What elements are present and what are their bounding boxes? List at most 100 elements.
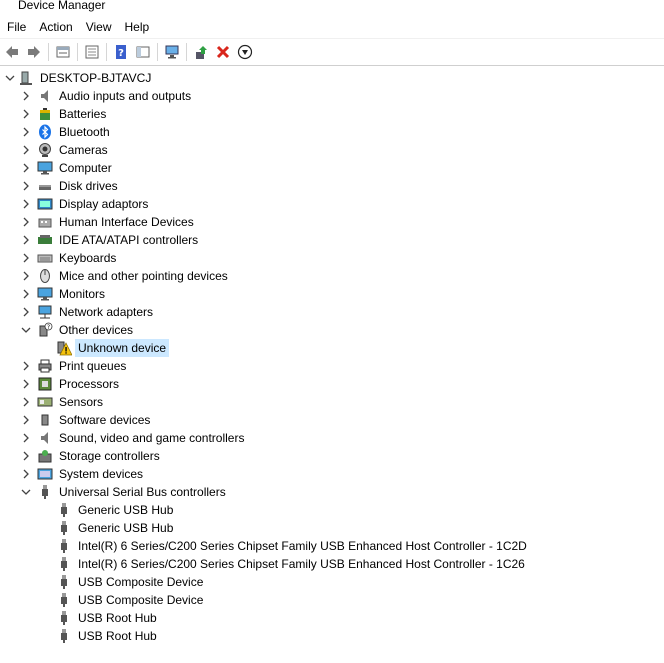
chevron-right-icon[interactable] <box>21 357 31 375</box>
uninstall-device-button[interactable] <box>212 41 234 63</box>
tree-node[interactable]: Intel(R) 6 Series/C200 Series Chipset Fa… <box>0 537 664 555</box>
tree-node[interactable]: ? Other devices <box>0 321 664 339</box>
disable-device-button[interactable] <box>234 41 256 63</box>
chevron-right-icon[interactable] <box>21 303 31 321</box>
tree-node[interactable]: Processors <box>0 375 664 393</box>
tree-node-label: System devices <box>59 467 144 481</box>
menu-help[interactable]: Help <box>119 16 156 38</box>
chevron-right-icon[interactable] <box>21 249 31 267</box>
chevron-right-icon[interactable] <box>21 123 31 141</box>
chevron-down-icon[interactable] <box>21 321 31 339</box>
tree-node[interactable]: USB Root Hub <box>0 627 664 645</box>
chevron-right-icon[interactable] <box>21 393 31 411</box>
chevron-right-icon[interactable] <box>21 177 31 195</box>
tree-node[interactable]: Monitors <box>0 285 664 303</box>
tree-node-label: Other devices <box>59 323 134 337</box>
tree-node[interactable]: Disk drives <box>0 177 664 195</box>
camera-icon <box>37 142 53 158</box>
tree-node[interactable]: Network adapters <box>0 303 664 321</box>
console-tree-button[interactable] <box>81 41 103 63</box>
chevron-right-icon[interactable] <box>21 429 31 447</box>
chevron-right-icon[interactable] <box>21 285 31 303</box>
chevron-right-icon[interactable] <box>21 411 31 429</box>
chevron-down-icon[interactable] <box>21 483 31 501</box>
chevron-right-icon[interactable] <box>21 87 31 105</box>
battery-icon <box>37 106 53 122</box>
tree-node[interactable]: Keyboards <box>0 249 664 267</box>
chevron-right-icon[interactable] <box>21 195 31 213</box>
tree-node[interactable]: IDE ATA/ATAPI controllers <box>0 231 664 249</box>
forward-arrow-button[interactable] <box>23 41 45 63</box>
tree-node[interactable]: Unknown device <box>0 339 664 357</box>
tree-node-label: Mice and other pointing devices <box>59 269 228 283</box>
tree-node[interactable]: Generic USB Hub <box>0 501 664 519</box>
back-arrow-button[interactable] <box>1 41 23 63</box>
tree-node[interactable]: Mice and other pointing devices <box>0 267 664 285</box>
window-title: Device Manager <box>18 0 106 12</box>
tree-node-label: Storage controllers <box>59 449 160 463</box>
tree-node[interactable]: Universal Serial Bus controllers <box>0 483 664 501</box>
network-adapter-icon <box>37 304 53 320</box>
tree-node-label: Unknown device <box>75 339 170 357</box>
sound-icon <box>37 430 53 446</box>
tree-node-label: Generic USB Hub <box>78 503 174 517</box>
disable-device-icon <box>237 44 253 60</box>
chevron-right-icon[interactable] <box>21 231 31 249</box>
tree-node[interactable]: Software devices <box>0 411 664 429</box>
tree-node-label: Intel(R) 6 Series/C200 Series Chipset Fa… <box>78 557 525 571</box>
tree-node[interactable]: Bluetooth <box>0 123 664 141</box>
tree-node-label: Cameras <box>59 143 108 157</box>
computer-icon <box>37 160 53 176</box>
tree-node-label: USB Root Hub <box>78 629 157 643</box>
tree-node[interactable]: Computer <box>0 159 664 177</box>
update-driver-button[interactable] <box>190 41 212 63</box>
chevron-down-icon[interactable] <box>5 69 15 87</box>
tree-node[interactable]: USB Root Hub <box>0 609 664 627</box>
chevron-right-icon[interactable] <box>21 213 31 231</box>
chevron-right-icon[interactable] <box>21 105 31 123</box>
scope-pane-button[interactable] <box>132 41 154 63</box>
forward-arrow-icon <box>26 44 42 60</box>
tree-node[interactable]: Display adaptors <box>0 195 664 213</box>
menu-file[interactable]: File <box>1 16 32 38</box>
chevron-right-icon[interactable] <box>21 267 31 285</box>
tree-node[interactable]: Batteries <box>0 105 664 123</box>
toolbar-separator <box>157 43 158 61</box>
tree-node[interactable]: Human Interface Devices <box>0 213 664 231</box>
processor-icon <box>37 376 53 392</box>
chevron-right-icon[interactable] <box>21 375 31 393</box>
tree-node[interactable]: Intel(R) 6 Series/C200 Series Chipset Fa… <box>0 555 664 573</box>
system-devices-icon <box>37 466 53 482</box>
usb-icon <box>56 628 72 644</box>
toolbar-separator <box>186 43 187 61</box>
scan-hardware-icon <box>164 44 180 60</box>
tree-node[interactable]: DESKTOP-BJTAVCJ <box>0 69 664 87</box>
tree-node[interactable]: USB Composite Device <box>0 573 664 591</box>
tree-node[interactable]: Audio inputs and outputs <box>0 87 664 105</box>
scan-hardware-button[interactable] <box>161 41 183 63</box>
chevron-right-icon[interactable] <box>21 447 31 465</box>
menu-action[interactable]: Action <box>33 16 78 38</box>
tree-node[interactable]: Storage controllers <box>0 447 664 465</box>
monitor-icon <box>37 286 53 302</box>
tree-node[interactable]: Print queues <box>0 357 664 375</box>
title-bar: Device Manager <box>0 0 664 16</box>
tree-node[interactable]: System devices <box>0 465 664 483</box>
sensor-icon <box>37 394 53 410</box>
usb-icon <box>56 502 72 518</box>
tree-node[interactable]: Sound, video and game controllers <box>0 429 664 447</box>
chevron-right-icon[interactable] <box>21 159 31 177</box>
chevron-right-icon[interactable] <box>21 465 31 483</box>
help-button[interactable]: ? <box>110 41 132 63</box>
tree-node-label: Intel(R) 6 Series/C200 Series Chipset Fa… <box>78 539 527 553</box>
tree-node[interactable]: Sensors <box>0 393 664 411</box>
console-tree-icon <box>84 44 100 60</box>
properties-button[interactable] <box>52 41 74 63</box>
tree-node[interactable]: Generic USB Hub <box>0 519 664 537</box>
chevron-right-icon[interactable] <box>21 141 31 159</box>
tree-node-label: Sound, video and game controllers <box>59 431 245 445</box>
tree-node[interactable]: Cameras <box>0 141 664 159</box>
scope-pane-icon <box>135 44 151 60</box>
menu-view[interactable]: View <box>80 16 118 38</box>
tree-node[interactable]: USB Composite Device <box>0 591 664 609</box>
